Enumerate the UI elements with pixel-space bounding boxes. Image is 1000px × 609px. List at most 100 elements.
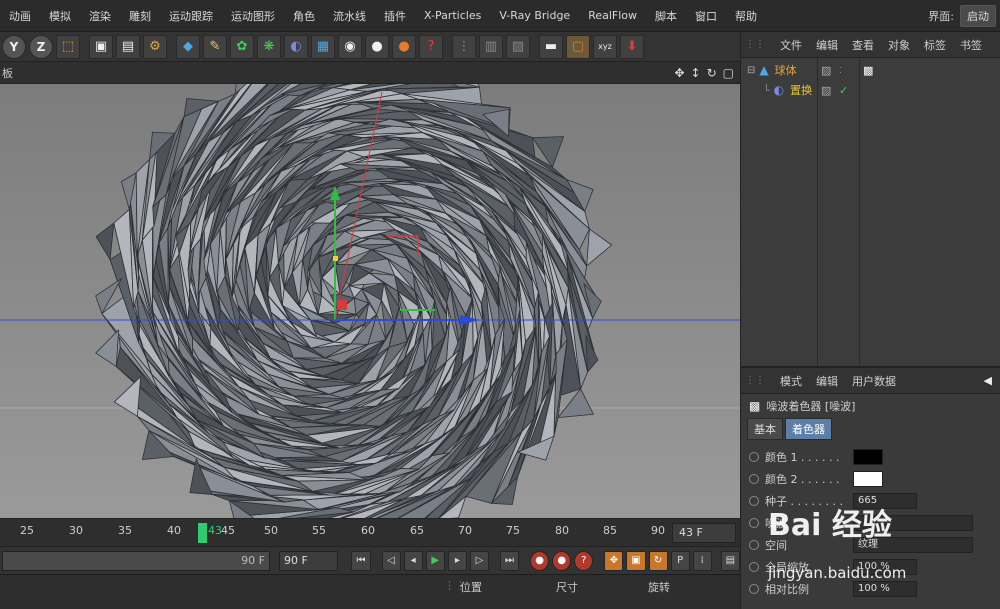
- relative-scale-field[interactable]: 100 %: [853, 581, 917, 597]
- layout-icon[interactable]: ▢: [566, 34, 590, 59]
- object-row-sphere[interactable]: ⊟ ▲ 球体 ▨ ⁚ ▩: [741, 60, 1000, 80]
- current-frame-field[interactable]: 43 F: [672, 523, 736, 543]
- record-icon[interactable]: ●: [530, 550, 550, 571]
- am-menu-mode[interactable]: 模式: [773, 373, 809, 389]
- grid-icon[interactable]: ▥: [479, 34, 503, 59]
- seed-field[interactable]: 665: [853, 493, 917, 509]
- deformer-icon[interactable]: ◐: [284, 34, 308, 59]
- next-key-icon[interactable]: ▷: [469, 550, 489, 571]
- color-1-swatch[interactable]: [853, 449, 883, 465]
- enabled-check-icon[interactable]: ✓: [839, 84, 848, 97]
- play-icon[interactable]: ▶: [425, 550, 445, 571]
- animate-radio[interactable]: [749, 518, 759, 528]
- layout-dropdown[interactable]: 启动: [960, 4, 996, 27]
- animate-radio[interactable]: [749, 562, 759, 572]
- cube-icon[interactable]: ◆: [176, 34, 200, 59]
- next-frame-icon[interactable]: ▸: [447, 550, 467, 571]
- prev-frame-icon[interactable]: ◂: [403, 550, 423, 571]
- color-2-swatch[interactable]: [853, 471, 883, 487]
- menu-render[interactable]: 渲染: [80, 8, 120, 24]
- floor-icon[interactable]: ▦: [311, 34, 335, 59]
- menu-script[interactable]: 脚本: [646, 8, 686, 24]
- global-scale-field[interactable]: 100 %: [853, 559, 917, 575]
- move-view-icon[interactable]: ✥: [674, 66, 684, 80]
- menu-character[interactable]: 角色: [284, 8, 324, 24]
- menu-realflow[interactable]: RealFlow: [579, 9, 646, 22]
- menu-x-particles[interactable]: X-Particles: [415, 9, 490, 22]
- noise-type-select[interactable]: [853, 515, 973, 531]
- light-icon[interactable]: ●: [365, 34, 389, 59]
- render-view-icon[interactable]: ▣: [89, 34, 113, 59]
- axis-icon[interactable]: xyz: [593, 34, 617, 59]
- clapper-icon[interactable]: ▬: [539, 34, 563, 59]
- material-tag-icon[interactable]: ▩: [863, 64, 873, 77]
- material-icon[interactable]: ●: [392, 34, 416, 59]
- end-frame-field[interactable]: 90 F: [279, 550, 339, 571]
- position-key-icon[interactable]: ✥: [604, 550, 624, 571]
- go-to-end-icon[interactable]: ⏭: [499, 550, 520, 571]
- preview-range-slider[interactable]: 90 F: [2, 550, 270, 571]
- cloner-icon[interactable]: ❋: [257, 34, 281, 59]
- om-menu-edit[interactable]: 编辑: [809, 37, 845, 53]
- om-menu-bookmarks[interactable]: 书签: [953, 37, 989, 53]
- pla-key-icon[interactable]: ⁞: [692, 550, 712, 571]
- scale-key-icon[interactable]: ▣: [626, 550, 646, 571]
- animate-radio[interactable]: [749, 496, 759, 506]
- animate-radio[interactable]: [749, 452, 759, 462]
- am-menu-edit[interactable]: 编辑: [809, 373, 845, 389]
- back-arrow-icon[interactable]: ◀: [984, 374, 992, 387]
- om-menu-view[interactable]: 查看: [845, 37, 881, 53]
- tab-shader[interactable]: 着色器: [785, 418, 832, 440]
- 3d-viewport[interactable]: [0, 84, 740, 518]
- rotation-key-icon[interactable]: ↻: [648, 550, 668, 571]
- zoom-view-icon[interactable]: ↕: [691, 66, 701, 80]
- menu-help[interactable]: 帮助: [726, 8, 766, 24]
- playhead[interactable]: [198, 523, 207, 543]
- pen-icon[interactable]: ✎: [203, 34, 227, 59]
- menu-pipeline[interactable]: 流水线: [324, 8, 375, 24]
- script-icon[interactable]: ⬇: [620, 34, 644, 59]
- tab-basic[interactable]: 基本: [747, 418, 783, 440]
- object-name[interactable]: 置换: [790, 82, 812, 98]
- coordinate-system-icon[interactable]: ⬚: [56, 34, 80, 59]
- menu-sculpt[interactable]: 雕刻: [120, 8, 160, 24]
- layer-icon[interactable]: ▨: [821, 64, 831, 77]
- visibility-dots-icon[interactable]: ⁚: [839, 66, 842, 75]
- param-key-icon[interactable]: P: [670, 550, 690, 571]
- menu-motion-tracking[interactable]: 运动跟踪: [160, 8, 222, 24]
- prev-key-icon[interactable]: ◁: [381, 550, 401, 571]
- camera-icon[interactable]: ◉: [338, 34, 362, 59]
- rotate-view-icon[interactable]: ↻: [707, 66, 717, 80]
- om-menu-tags[interactable]: 标签: [917, 37, 953, 53]
- keyframe-selection-icon[interactable]: ?: [574, 550, 594, 571]
- menu-vray-bridge[interactable]: V-Ray Bridge: [490, 9, 579, 22]
- maximize-view-icon[interactable]: ▢: [723, 66, 734, 80]
- z-axis-icon[interactable]: Z: [29, 34, 53, 59]
- menu-mograph[interactable]: 运动图形: [222, 8, 284, 24]
- timeline[interactable]: 25 30 35 40 43 45 50 55 60 65 70 75 80 8…: [0, 518, 740, 546]
- subdivision-icon[interactable]: ✿: [230, 34, 254, 59]
- tree-toggle-icon[interactable]: ⊟: [747, 65, 755, 76]
- menu-animate[interactable]: 动画: [0, 8, 40, 24]
- menu-window[interactable]: 窗口: [686, 8, 726, 24]
- snap-icon[interactable]: ⋮: [452, 34, 476, 59]
- om-menu-objects[interactable]: 对象: [881, 37, 917, 53]
- go-to-start-icon[interactable]: ⏮: [351, 550, 371, 571]
- render-settings-icon[interactable]: ⚙: [143, 34, 167, 59]
- menu-plugins[interactable]: 插件: [375, 8, 415, 24]
- workplane-icon[interactable]: ▨: [506, 34, 530, 59]
- object-name[interactable]: 球体: [775, 62, 797, 78]
- menu-simulate[interactable]: 模拟: [40, 8, 80, 24]
- am-menu-userdata[interactable]: 用户数据: [845, 373, 903, 389]
- tag-icon[interactable]: ?: [419, 34, 443, 59]
- animate-radio[interactable]: [749, 540, 759, 550]
- object-row-displace[interactable]: └ ◐ 置换 ▨ ✓: [741, 80, 1000, 100]
- space-select[interactable]: 纹理: [853, 537, 973, 553]
- autokey-icon[interactable]: ●: [552, 550, 572, 571]
- animate-radio[interactable]: [749, 474, 759, 484]
- om-menu-file[interactable]: 文件: [773, 37, 809, 53]
- render-picture-viewer-icon[interactable]: ▤: [116, 34, 140, 59]
- layer-icon[interactable]: ▨: [821, 84, 831, 97]
- y-axis-icon[interactable]: Y: [2, 34, 26, 59]
- timeline-menu-icon[interactable]: ▤: [720, 550, 740, 571]
